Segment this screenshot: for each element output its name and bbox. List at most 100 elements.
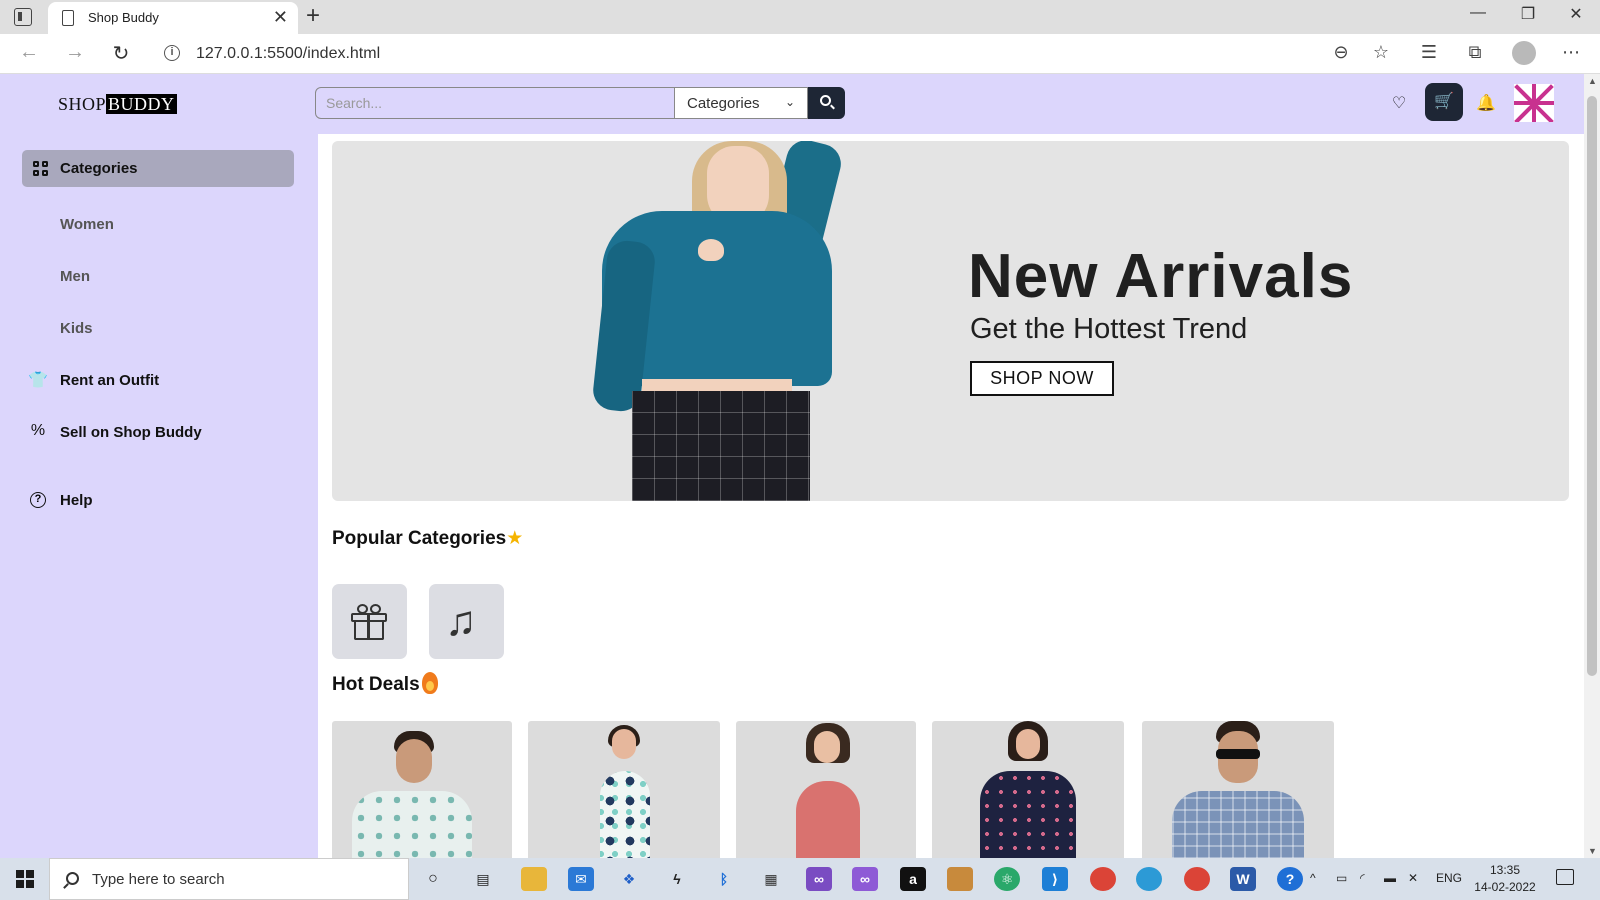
banner-subtitle: Get the Hottest Trend (970, 313, 1248, 345)
category-select-value: Categories (687, 95, 760, 112)
chevron-up-icon[interactable]: ^ (1310, 871, 1316, 885)
popular-categories-heading: Popular Categories★ (332, 527, 523, 550)
address-bar: ← → ↻ i 127.0.0.1:5500/index.html ⊖ ☆ ☰ … (0, 34, 1600, 74)
banner-title: New Arrivals (968, 242, 1354, 311)
percent-icon: % (30, 422, 46, 439)
deal-card[interactable] (736, 721, 916, 858)
atom-icon[interactable]: ⚛ (994, 867, 1020, 891)
bell-icon[interactable]: 🔔 (1474, 93, 1498, 113)
chevron-down-icon: ⌄ (784, 95, 795, 109)
mail-icon[interactable]: ✉ (568, 867, 594, 891)
amazon-icon[interactable]: a (900, 867, 926, 891)
add-favorite-icon[interactable]: ☆ (1366, 42, 1396, 63)
taskbar-search[interactable]: Type here to search (49, 858, 409, 900)
avatar[interactable] (1514, 84, 1554, 122)
cortana-icon[interactable]: ○ (420, 867, 446, 891)
store-icon[interactable]: ▦ (758, 867, 784, 891)
clock-time: 13:35 (1489, 863, 1521, 877)
back-icon[interactable]: ← (14, 41, 44, 64)
sidebar-item-label: Help (60, 492, 93, 509)
gift-icon (351, 604, 387, 640)
deal-card[interactable] (932, 721, 1124, 858)
shop-now-button[interactable]: SHOP NOW (970, 361, 1114, 396)
word-icon[interactable]: W (1230, 867, 1256, 891)
more-options-icon[interactable]: ⋯ (1556, 42, 1586, 63)
star-icon: ★ (506, 528, 524, 549)
section-title: Hot Deals (332, 674, 420, 695)
cart-button[interactable]: 🛒 (1425, 83, 1463, 121)
sidebar-item-categories[interactable]: Categories (22, 150, 294, 187)
scroll-thumb[interactable] (1587, 96, 1597, 676)
windows-taskbar: Type here to search ○ ▤ ✉ ❖ ϟ ᛒ ▦ ∞ ∞ a … (0, 858, 1600, 900)
site-info-icon[interactable]: i (164, 45, 180, 61)
deal-card[interactable] (528, 721, 720, 858)
notification-icon[interactable] (1556, 869, 1574, 885)
search-input[interactable]: Search... (315, 87, 675, 119)
minimize-button[interactable]: — (1455, 4, 1501, 22)
sidebar-item-men[interactable]: Men (60, 268, 90, 285)
wifi-icon[interactable]: ◜ (1360, 871, 1365, 885)
language-indicator[interactable]: ENG (1436, 871, 1462, 885)
new-tab-button[interactable]: + (306, 2, 320, 30)
profile-icon[interactable] (1512, 41, 1536, 65)
favorites-icon[interactable]: ☰ (1414, 42, 1444, 63)
app-icon[interactable]: ϟ (664, 867, 690, 891)
deal-card[interactable] (1142, 721, 1334, 858)
vscode-icon[interactable]: ⟩ (1042, 867, 1068, 891)
chrome-profile-icon[interactable] (1184, 867, 1210, 891)
wishlist-heart-icon[interactable]: ♡ (1387, 93, 1411, 113)
hero-banner[interactable]: New Arrivals Get the Hottest Trend SHOP … (332, 141, 1569, 501)
page-scrollbar[interactable]: ▲ ▼ (1584, 74, 1600, 858)
sidebar-item-label: Sell on Shop Buddy (60, 424, 202, 441)
browser-tab-bar: Shop Buddy ✕ + — ❐ ✕ (0, 0, 1600, 34)
scroll-down-icon[interactable]: ▼ (1588, 846, 1597, 856)
search-button[interactable] (808, 87, 845, 119)
tab-close-icon[interactable]: ✕ (273, 7, 288, 28)
package-icon[interactable] (947, 867, 973, 891)
search-icon (66, 872, 79, 885)
category-select[interactable]: Categories ⌄ (675, 87, 808, 119)
logo-buddy: BUDDY (106, 94, 177, 114)
collections-icon[interactable]: ⧉ (1460, 42, 1490, 63)
device-icon[interactable]: ▭ (1336, 871, 1347, 885)
clock[interactable]: 13:35 14-02-2022 (1474, 862, 1536, 896)
browser-tab[interactable]: Shop Buddy ✕ (48, 2, 298, 34)
forward-icon[interactable]: → (60, 41, 90, 64)
deal-card[interactable] (332, 721, 512, 858)
refresh-icon[interactable]: ↻ (106, 41, 136, 66)
visual-studio-preview-icon[interactable]: ∞ (852, 867, 878, 891)
sidebar-item-label: Categories (60, 160, 138, 177)
file-explorer-icon[interactable] (521, 867, 547, 891)
main-content: New Arrivals Get the Hottest Trend SHOP … (318, 134, 1584, 858)
dropbox-icon[interactable]: ❖ (616, 867, 642, 891)
maximize-button[interactable]: ❐ (1505, 4, 1551, 24)
logo[interactable]: SHOP BUDDY (58, 94, 177, 115)
close-window-button[interactable]: ✕ (1553, 4, 1599, 24)
search-icon (820, 95, 831, 106)
category-tile-music[interactable]: ♫ (429, 584, 504, 659)
battery-icon[interactable]: ▬ (1384, 871, 1396, 885)
scroll-up-icon[interactable]: ▲ (1588, 76, 1597, 86)
logo-shop: SHOP (58, 94, 107, 114)
task-view-icon[interactable]: ▤ (470, 867, 496, 891)
windows-start-icon[interactable] (16, 870, 34, 888)
volume-muted-icon[interactable]: ✕ (1408, 871, 1418, 885)
url-text[interactable]: 127.0.0.1:5500/index.html (196, 45, 380, 63)
edge-icon[interactable] (1136, 867, 1162, 891)
hot-deals-heading: Hot Deals (332, 672, 438, 696)
category-tile-gifts[interactable] (332, 584, 407, 659)
url-field[interactable]: i 127.0.0.1:5500/index.html (150, 38, 1390, 70)
section-title: Popular Categories (332, 528, 507, 549)
visual-studio-icon[interactable]: ∞ (806, 867, 832, 891)
clock-date: 14-02-2022 (1474, 880, 1536, 894)
help-tray-icon[interactable]: ? (1277, 867, 1303, 891)
shop-buddy-page: SHOP BUDDY Search... Categories ⌄ ♡ 🛒 🔔 C… (0, 74, 1584, 858)
tab-actions-icon[interactable] (14, 8, 32, 26)
sidebar-item-women[interactable]: Women (60, 216, 114, 233)
bluetooth-icon[interactable]: ᛒ (711, 867, 737, 891)
grid-icon (33, 161, 49, 177)
taskbar-search-placeholder: Type here to search (92, 871, 225, 888)
sidebar-item-kids[interactable]: Kids (60, 320, 93, 337)
chrome-icon[interactable] (1090, 867, 1116, 891)
zoom-icon[interactable]: ⊖ (1326, 42, 1356, 63)
